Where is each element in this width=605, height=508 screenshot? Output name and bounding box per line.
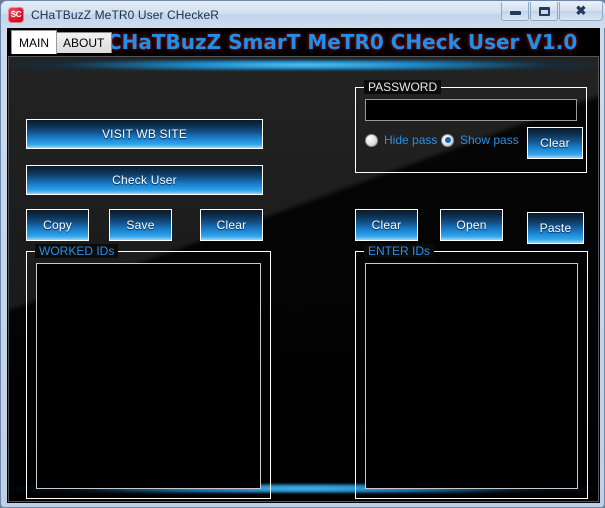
close-icon: ✖ [575, 3, 587, 18]
hide-pass-radio-icon[interactable] [365, 133, 378, 147]
window-controls: ✖ [500, 2, 603, 21]
worked-ids-textarea[interactable] [36, 263, 261, 489]
panel-content: VISIT WB SITE Check User Copy Save Clear… [9, 57, 598, 501]
check-user-button[interactable]: Check User [26, 165, 263, 195]
enter-ids-textarea[interactable] [365, 263, 578, 489]
clear-enter-button[interactable]: Clear [355, 209, 418, 241]
main-panel: VISIT WB SITE Check User Copy Save Clear… [8, 56, 599, 502]
clear-worked-button[interactable]: Clear [200, 209, 263, 241]
worked-ids-group-label: WORKED IDs [35, 244, 119, 258]
copy-button[interactable]: Copy [26, 209, 89, 241]
close-button[interactable]: ✖ [559, 2, 603, 21]
password-input[interactable] [365, 99, 577, 121]
maximize-button[interactable] [530, 2, 558, 21]
app-header-title: CHaTBuzZ SmarT MeTR0 CHeck User V1.0 [107, 30, 578, 54]
save-button[interactable]: Save [109, 209, 172, 241]
tab-main[interactable]: MAIN [11, 30, 57, 54]
tab-about[interactable]: ABOUT [55, 32, 113, 53]
show-pass-radio-icon[interactable] [441, 133, 454, 147]
minimize-button[interactable] [501, 2, 529, 21]
paste-button[interactable]: Paste [527, 212, 584, 244]
app-icon-sc: SC [8, 6, 24, 23]
visit-wb-site-button[interactable]: VISIT WB SITE [26, 119, 263, 149]
enter-ids-group-label: ENTER IDs [364, 244, 435, 258]
window-title: CHaTBuzZ MeTR0 User CHeckeR [31, 7, 220, 22]
show-pass-radio-option[interactable]: Show pass [441, 133, 519, 147]
tab-strip: MAIN ABOUT CHaTBuzZ SmarT MeTR0 CHeck Us… [7, 28, 600, 56]
password-group-label: PASSWORD [364, 80, 442, 94]
maximize-icon [538, 6, 550, 16]
hide-pass-label: Hide pass [384, 133, 438, 147]
password-clear-button[interactable]: Clear [527, 127, 583, 159]
open-button[interactable]: Open [440, 209, 503, 241]
app-window: SC CHaTBuzZ MeTR0 User CHeckeR ✖ MAIN AB… [0, 0, 605, 508]
minimize-icon [509, 11, 521, 15]
show-pass-label: Show pass [460, 133, 519, 147]
hide-pass-radio-option[interactable]: Hide pass [365, 133, 437, 147]
client-area: MAIN ABOUT CHaTBuzZ SmarT MeTR0 CHeck Us… [7, 28, 600, 503]
title-bar[interactable]: SC CHaTBuzZ MeTR0 User CHeckeR ✖ [1, 1, 605, 28]
